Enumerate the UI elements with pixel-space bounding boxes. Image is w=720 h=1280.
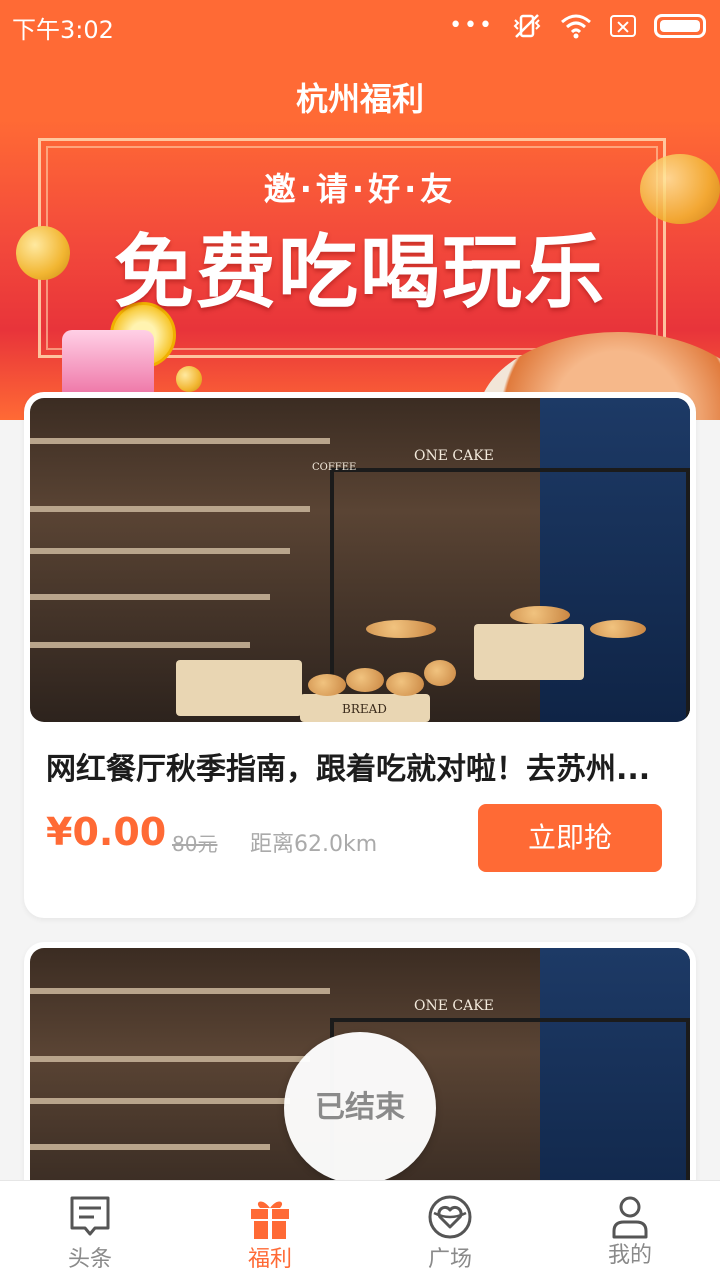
wifi-icon [561,14,591,39]
photo-sign: ONE CAKE [414,448,494,464]
status-time: 下午3:02 [12,16,114,44]
deal-card[interactable]: ONE CAKE COFFEE BREAD 网红餐厅秋季指南，跟着吃就对啦！去苏… [24,392,696,918]
bottom-tab-bar: 头条 福利 广场 我的 [0,1180,720,1280]
bread-loaf [346,668,384,692]
status-icons: ••• [449,12,706,40]
photo-sign: COFFEE [312,462,357,473]
display-case [330,468,690,722]
bread-crate [474,624,584,680]
photo-shelf [30,988,330,994]
promo-banner[interactable]: 邀·请·好·友 免费吃喝玩乐 [0,120,720,420]
heart-circle-icon [428,1195,472,1239]
photo-shelf [30,1144,270,1150]
tab-headlines[interactable]: 头条 [0,1181,180,1280]
user-icon [612,1196,648,1239]
photo-sign: BREAD [342,702,387,716]
photo-shelf [30,548,290,554]
bread-loaf [424,660,456,686]
bread-loaf [386,672,424,696]
distance-label: 距离62.0km [250,832,378,857]
ended-badge: 已结束 [284,1032,436,1184]
bread-loaf [590,620,646,638]
tab-square[interactable]: 广场 [360,1181,540,1280]
bread-loaf [308,674,346,696]
news-icon [70,1196,110,1236]
price-row: ¥0.00 80元 距离62.0km 立即抢 [46,804,676,876]
tab-label: 福利 [247,1247,292,1272]
status-bar: 下午3:02 ••• [0,0,720,52]
tab-label: 头条 [67,1247,112,1272]
photo-shelf [30,1098,290,1104]
bread-loaf [366,620,436,638]
deal-price: ¥0.00 [46,810,167,854]
battery-icon [654,14,706,38]
gold-coin-icon [176,366,202,392]
page-title: 杭州福利 [295,80,424,118]
photo-sign: ONE CAKE [414,998,494,1014]
banner-subtitle: 邀·请·好·友 [263,170,457,208]
tab-label: 我的 [607,1243,652,1268]
tab-mine[interactable]: 我的 [540,1181,720,1280]
more-notifications-icon: ••• [449,13,494,38]
banner-headline: 免费吃喝玩乐 [114,226,606,319]
no-sim-icon [610,15,636,37]
grab-now-button[interactable]: 立即抢 [478,804,662,872]
bread-crate [176,660,302,716]
tab-welfare[interactable]: 福利 [180,1181,360,1280]
bread-loaf [510,606,570,624]
photo-shelf [30,506,310,512]
deal-title: 网红餐厅秋季指南，跟着吃就对啦！去苏州... [46,752,651,787]
vibrate-off-icon [513,14,541,38]
photo-shelf [30,1056,310,1062]
original-price: 80元 [172,832,218,856]
tab-label: 广场 [427,1247,472,1272]
photo-shelf [30,438,330,444]
photo-shelf [30,594,270,600]
photo-shelf [30,642,250,648]
restaurant-photo: ONE CAKE COFFEE BREAD [30,398,690,722]
gift-icon [251,1201,289,1239]
